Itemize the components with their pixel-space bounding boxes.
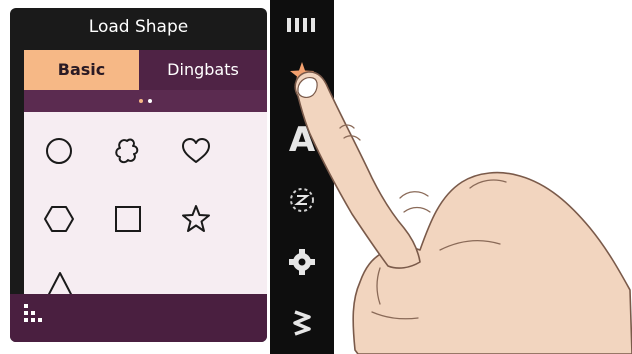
panel-footer — [10, 294, 267, 342]
bars-icon — [287, 18, 315, 32]
page-dot[interactable] — [148, 99, 152, 103]
text-tool-button[interactable]: A — [270, 118, 334, 162]
dots-grid-icon[interactable] — [24, 304, 52, 336]
triangle-shape-button[interactable] — [44, 270, 76, 294]
star-icon — [290, 62, 314, 86]
zigzag-tool-button[interactable] — [270, 302, 334, 342]
heart-icon — [182, 138, 210, 163]
hexagon-icon — [44, 206, 74, 232]
shape-category-tabs: Basic Dingbats — [24, 50, 267, 90]
page-indicator — [24, 90, 267, 112]
star-shape-button[interactable] — [180, 204, 212, 234]
circle-shape-button[interactable] — [44, 136, 74, 166]
heart-shape-button[interactable] — [180, 136, 212, 166]
triangle-icon — [47, 272, 73, 294]
hexagon-shape-button[interactable] — [43, 204, 75, 234]
page-dot-active[interactable] — [139, 99, 143, 103]
gear-tool-button[interactable] — [270, 242, 334, 282]
circle-icon — [46, 138, 72, 164]
zigzag-icon — [293, 310, 311, 336]
tab-basic[interactable]: Basic — [24, 50, 139, 90]
star-tool-button[interactable] — [270, 54, 334, 94]
panel-title: Load Shape — [88, 17, 189, 37]
bars-tool-button[interactable] — [270, 10, 334, 40]
shape-grid — [24, 112, 267, 294]
gear-icon — [289, 249, 315, 275]
rotate-icon — [290, 188, 314, 212]
load-shape-panel: Load Shape Basic Dingbats — [10, 8, 267, 342]
tab-dingbats[interactable]: Dingbats — [139, 50, 267, 90]
flower-shape-button[interactable] — [112, 136, 142, 166]
rotate-tool-button[interactable] — [270, 180, 334, 220]
text-icon: A — [288, 120, 316, 160]
flower-icon — [115, 138, 139, 164]
square-icon — [115, 206, 141, 232]
right-toolbar: A — [270, 0, 334, 354]
square-shape-button[interactable] — [113, 204, 143, 234]
star-icon — [182, 205, 210, 232]
